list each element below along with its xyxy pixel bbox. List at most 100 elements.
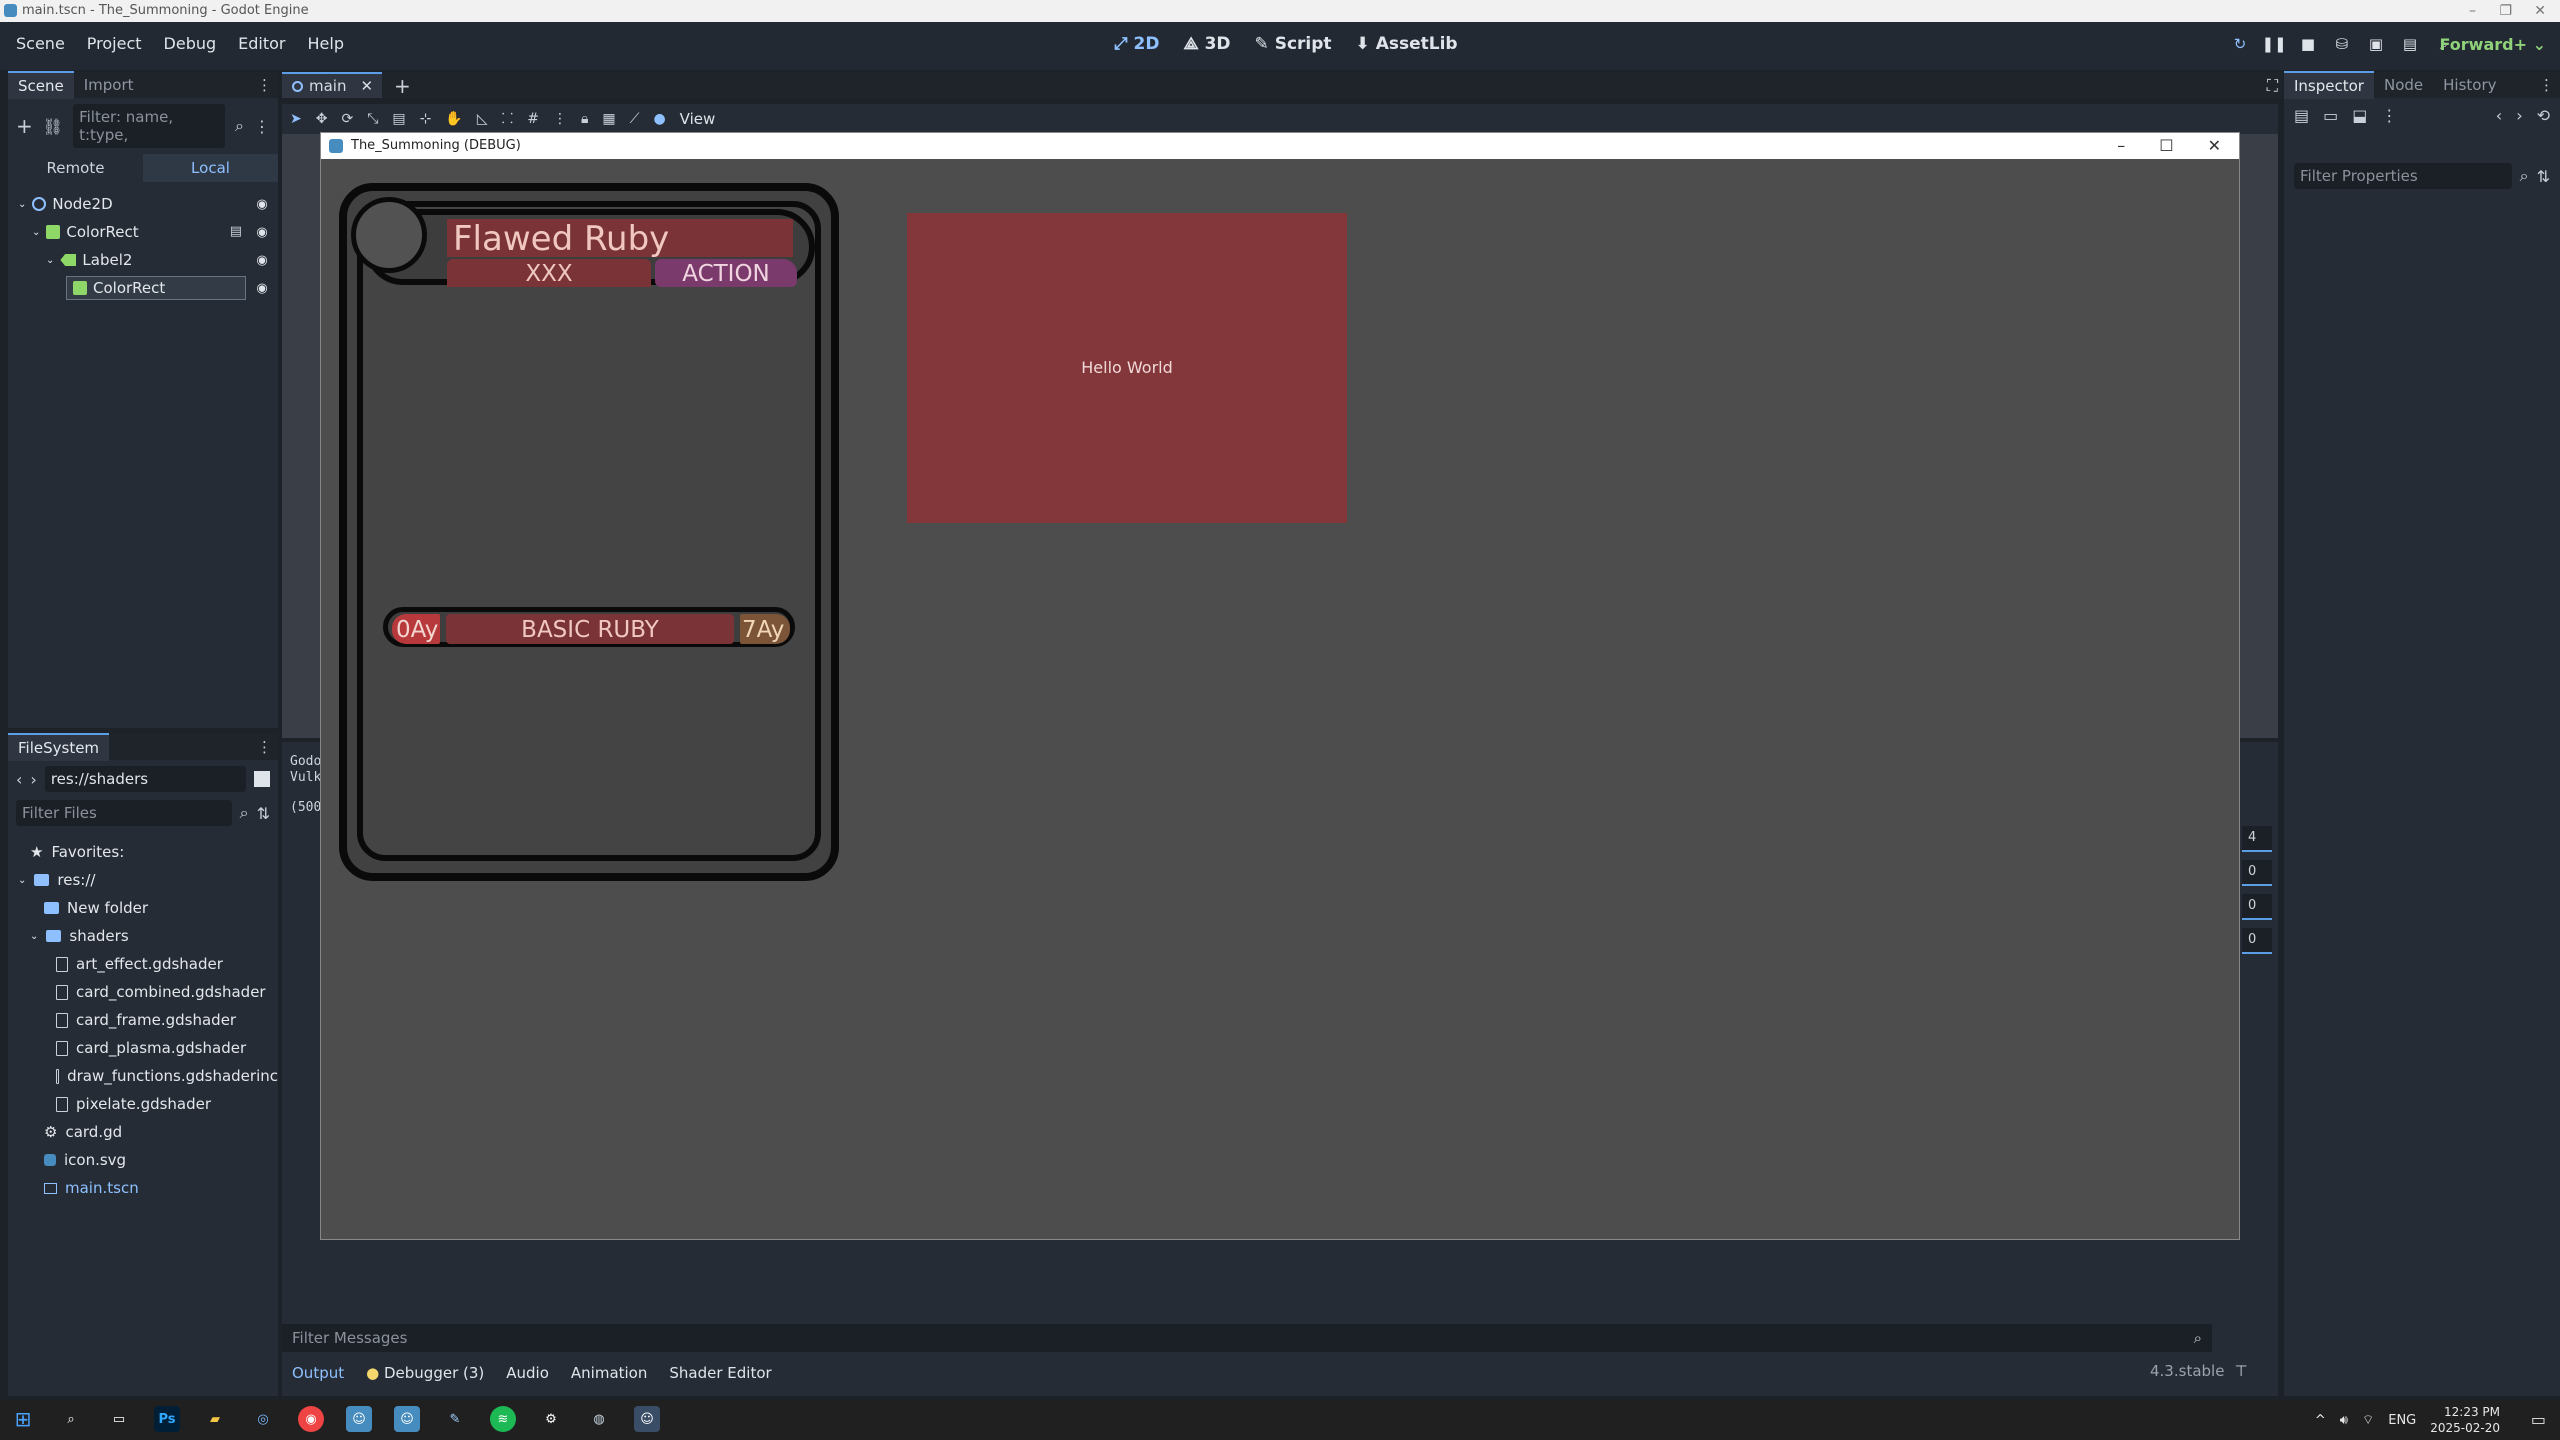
- fs-item-card-frame[interactable]: card_frame.gdshader: [8, 1006, 278, 1034]
- side-input-1[interactable]: 4: [2242, 826, 2272, 852]
- dock-menu-icon[interactable]: ⋮: [257, 76, 278, 94]
- chrome-icon[interactable]: ◉: [298, 1406, 324, 1432]
- tab-filesystem[interactable]: FileSystem: [8, 733, 110, 761]
- fs-item-card-combined[interactable]: card_combined.gdshader: [8, 978, 278, 1006]
- menu-help[interactable]: Help: [308, 34, 344, 53]
- fs-item-card-plasma[interactable]: card_plasma.gdshader: [8, 1034, 278, 1062]
- view-menu[interactable]: View: [680, 110, 716, 128]
- fs-item-main-tscn[interactable]: main.tscn: [8, 1174, 278, 1202]
- grid-icon[interactable]: #: [527, 111, 539, 127]
- godot-taskbar-icon-2[interactable]: ☺: [394, 1406, 420, 1432]
- link-icon[interactable]: ⛓: [43, 117, 63, 136]
- settings-gear-icon[interactable]: ⚙: [538, 1406, 564, 1432]
- fs-filter-input[interactable]: Filter Files: [16, 800, 232, 826]
- tree-node-label2[interactable]: ⌄ Label2 ◉: [8, 246, 278, 274]
- scene-filter-input[interactable]: Filter: name, t:type,: [73, 104, 226, 148]
- search-icon[interactable]: ⌕: [58, 1406, 84, 1432]
- filter-messages-input[interactable]: Filter Messages ⌕: [282, 1324, 2212, 1352]
- tab-output[interactable]: Output: [292, 1364, 344, 1382]
- tab-shader-editor[interactable]: Shader Editor: [669, 1364, 771, 1382]
- collapse-icon[interactable]: ⌄: [46, 255, 54, 266]
- distraction-free-icon[interactable]: ⛶: [2267, 76, 2278, 96]
- maximize-icon[interactable]: ☐: [2159, 133, 2173, 159]
- back-icon[interactable]: ‹: [16, 770, 22, 789]
- photoshop-icon[interactable]: Ps: [154, 1406, 180, 1432]
- screen-2d-button[interactable]: ⤢ 2D: [1114, 34, 1159, 54]
- notification-icon[interactable]: ▭: [2531, 1410, 2546, 1429]
- tab-animation[interactable]: Animation: [571, 1364, 647, 1382]
- prev-icon[interactable]: ‹: [2496, 106, 2502, 125]
- minimize-icon[interactable]: –: [2117, 133, 2125, 159]
- screen-3d-button[interactable]: ⟁ 3D: [1183, 34, 1230, 54]
- menu-editor[interactable]: Editor: [238, 34, 285, 53]
- tree-node-colorrect[interactable]: ⌄ ColorRect ▤ ◉: [8, 218, 278, 246]
- scale-tool-icon[interactable]: ⤡: [367, 111, 378, 127]
- collapse-icon[interactable]: ⌄: [18, 875, 26, 886]
- remote-button[interactable]: Remote: [8, 154, 143, 182]
- snap-icon[interactable]: ⸬: [502, 109, 514, 128]
- fs-item-pixelate[interactable]: pixelate.gdshader: [8, 1090, 278, 1118]
- fs-item-new-folder[interactable]: New folder: [8, 894, 278, 922]
- menu-scene[interactable]: Scene: [16, 34, 65, 53]
- tab-scene[interactable]: Scene: [8, 71, 74, 99]
- play-scene-icon[interactable]: ▣: [2366, 34, 2386, 54]
- menu-project[interactable]: Project: [87, 34, 142, 53]
- camera-icon[interactable]: ●: [653, 111, 665, 127]
- group-icon[interactable]: ▦: [602, 111, 615, 127]
- reload-icon[interactable]: ↻: [2230, 34, 2250, 54]
- bone-icon[interactable]: ⟋: [630, 111, 640, 127]
- fs-item-art-effect[interactable]: art_effect.gdshader: [8, 950, 278, 978]
- filter-properties-input[interactable]: Filter Properties: [2294, 163, 2512, 189]
- play-custom-icon[interactable]: ▤: [2400, 34, 2420, 54]
- more-icon[interactable]: ⋮: [553, 111, 567, 127]
- tab-history[interactable]: History: [2433, 72, 2506, 98]
- clock[interactable]: 12:23 PM 2025-02-20: [2430, 1404, 2500, 1436]
- minimize-icon[interactable]: –: [2469, 0, 2476, 22]
- windows-start-icon[interactable]: ⊞: [10, 1406, 36, 1432]
- wifi-icon[interactable]: ⌔: [2362, 1412, 2374, 1428]
- lock-icon[interactable]: 🔒︎: [581, 111, 588, 127]
- fs-favorites[interactable]: ★ Favorites:: [8, 838, 278, 866]
- fs-item-draw-functions[interactable]: draw_functions.gdshaderinc: [8, 1062, 278, 1090]
- restore-icon[interactable]: ❐: [2499, 0, 2512, 22]
- ruler-icon[interactable]: ▤: [392, 111, 405, 127]
- visibility-eye-icon[interactable]: ◉: [254, 280, 270, 296]
- renderer-select[interactable]: Forward+ ⌄: [2440, 35, 2546, 54]
- task-view-icon[interactable]: ▭: [106, 1406, 132, 1432]
- add-node-icon[interactable]: +: [16, 114, 33, 138]
- tray-chevron-icon[interactable]: ^: [2315, 1413, 2326, 1428]
- pause-icon[interactable]: ❚❚: [2261, 34, 2286, 54]
- godot-taskbar-icon[interactable]: ☺: [346, 1406, 372, 1432]
- close-icon[interactable]: ✕: [2208, 133, 2221, 159]
- tab-debugger[interactable]: ● Debugger (3): [366, 1364, 484, 1382]
- pivot-icon[interactable]: ⊹: [420, 111, 432, 127]
- godot-debug-taskbar-icon[interactable]: ☺: [634, 1406, 660, 1432]
- dock-menu-icon[interactable]: ⋮: [2539, 76, 2560, 94]
- menu-debug[interactable]: Debug: [164, 34, 217, 53]
- side-input-4[interactable]: 0: [2242, 928, 2272, 954]
- sort-icon[interactable]: ⇅: [2537, 167, 2550, 186]
- side-input-3[interactable]: 0: [2242, 894, 2272, 920]
- collapse-icon[interactable]: ⌄: [30, 931, 38, 942]
- tree-node-colorrect-child[interactable]: ColorRect ◉: [8, 274, 278, 302]
- forward-icon[interactable]: ›: [30, 770, 36, 789]
- visibility-eye-icon[interactable]: ◉: [254, 252, 270, 268]
- open-folder-icon[interactable]: ▭: [2323, 106, 2338, 125]
- tree-node-node2d[interactable]: ⌄ Node2D ◉: [8, 190, 278, 218]
- more-icon[interactable]: ⋮: [2381, 106, 2397, 125]
- fs-item-card-gd[interactable]: ⚙ card.gd: [8, 1118, 278, 1146]
- pin-panel-icon[interactable]: ⊤: [2234, 1362, 2247, 1380]
- split-view-icon[interactable]: [254, 771, 270, 787]
- tab-inspector[interactable]: Inspector: [2284, 71, 2374, 99]
- new-tab-icon[interactable]: +: [394, 74, 411, 98]
- new-resource-icon[interactable]: ▤: [2294, 106, 2309, 125]
- spotify-icon[interactable]: ≋: [490, 1406, 516, 1432]
- tab-node[interactable]: Node: [2374, 72, 2433, 98]
- history-icon[interactable]: ⟲: [2537, 106, 2550, 125]
- pan-tool-icon[interactable]: ✋: [445, 111, 462, 127]
- save-icon[interactable]: ⬓: [2352, 106, 2367, 125]
- tab-import[interactable]: Import: [74, 72, 144, 98]
- fs-item-icon-svg[interactable]: icon.svg: [8, 1146, 278, 1174]
- collapse-icon[interactable]: ⌄: [18, 199, 26, 210]
- steam-icon[interactable]: ◍: [586, 1406, 612, 1432]
